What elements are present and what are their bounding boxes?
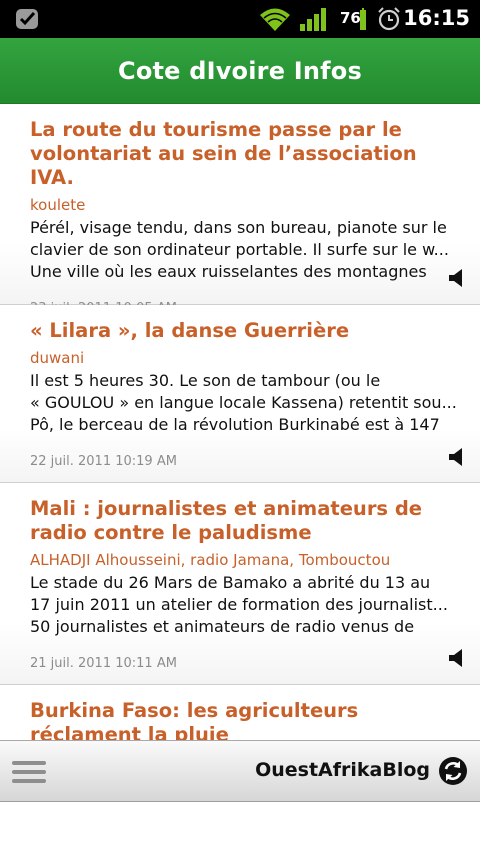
article-list[interactable]: La route du tourisme passe par le volont…: [0, 104, 480, 740]
status-clock: 16:15: [403, 6, 470, 30]
speaker-icon[interactable]: [448, 268, 464, 288]
article-title: La route du tourisme passe par le volont…: [30, 118, 417, 189]
article-author: ALHADJI Alhousseini, radio Jamana, Tombo…: [30, 551, 391, 569]
article-item[interactable]: « Lilara », la danse Guerrière duwani Il…: [0, 305, 480, 483]
article-author: koulete: [30, 196, 86, 214]
article-excerpt-line: Le stade du 26 Mars de Bamako a abrité d…: [30, 573, 431, 592]
bottom-toolbar: OuestAfrikaBlog: [0, 740, 480, 802]
status-bar: 76 16:15: [0, 0, 480, 38]
article-excerpt-line: 17 juin 2011 un atelier de formation des…: [30, 595, 448, 614]
article-excerpt-line: clavier de son ordinateur portable. Il s…: [30, 240, 449, 259]
article-date: 22 juil. 2011 10:19 AM: [30, 454, 177, 469]
menu-icon[interactable]: [12, 757, 46, 787]
article-excerpt-line: « GOULOU » en langue locale Kassena) ret…: [30, 393, 457, 412]
wifi-icon: [260, 8, 290, 31]
battery-level: 76: [340, 9, 361, 27]
app-title: Cote dIvoire Infos: [118, 56, 362, 85]
signal-icon: [300, 8, 326, 31]
article-excerpt-line: Pô, le berceau de la révolution Burkinab…: [30, 415, 440, 434]
article-title: Mali : journalistes et animateurs de rad…: [30, 497, 423, 544]
article-excerpt-line: 50 journalistes et animateurs de radio v…: [30, 617, 415, 636]
article-item[interactable]: Burkina Faso: les agriculteurs réclament…: [0, 685, 480, 740]
article-excerpt-line: Pérél, visage tendu, dans son bureau, pi…: [30, 218, 447, 237]
notification-icon: [16, 9, 38, 29]
article-excerpt-line: Une ville où les eaux ruisselantes des m…: [30, 262, 427, 281]
article-date: 21 juil. 2011 10:11 AM: [30, 656, 177, 671]
article-item[interactable]: La route du tourisme passe par le volont…: [0, 104, 480, 316]
article-excerpt-line: Il est 5 heures 30. Le son de tambour (o…: [30, 371, 381, 390]
brand-label: OuestAfrikaBlog: [255, 759, 430, 781]
speaker-icon[interactable]: [448, 648, 464, 668]
app-header: Cote dIvoire Infos: [0, 38, 480, 104]
speaker-icon[interactable]: [448, 447, 464, 467]
alarm-icon: [378, 7, 400, 31]
article-author: duwani: [30, 349, 85, 367]
article-item[interactable]: Mali : journalistes et animateurs de rad…: [0, 483, 480, 685]
article-title: Burkina Faso: les agriculteurs réclament…: [30, 699, 359, 740]
article-title: « Lilara », la danse Guerrière: [30, 319, 350, 342]
refresh-icon[interactable]: [438, 756, 468, 786]
